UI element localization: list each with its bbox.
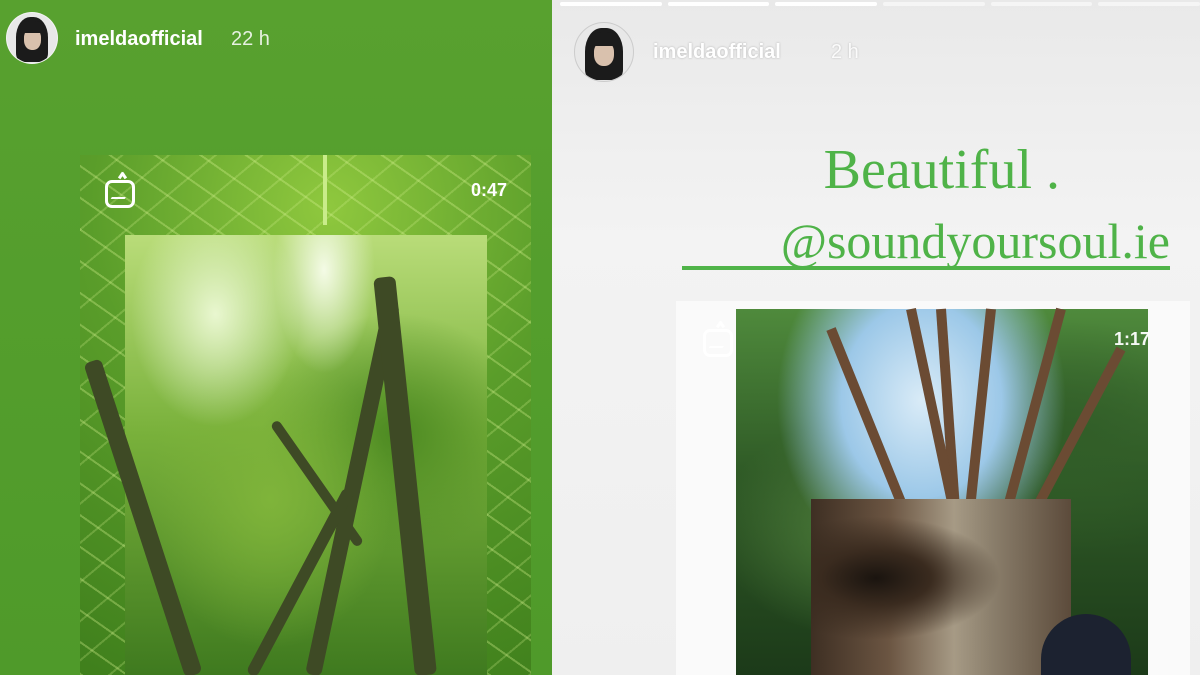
left-story-panel: imeldaofficial 22 h 0:47 — [0, 0, 552, 675]
progress-segment — [775, 2, 878, 6]
avatar[interactable] — [574, 22, 634, 82]
leaf-vein — [323, 155, 327, 225]
progress-segment — [667, 2, 770, 6]
timestamp: 22 h — [231, 28, 270, 50]
story-progress-bar — [560, 2, 1200, 6]
headline-text: Beautiful . — [823, 139, 1060, 201]
right-story-panel: imeldaofficial 2 h Beautiful . @soundyou… — [552, 0, 1200, 675]
progress-segment — [560, 2, 662, 6]
igtv-icon — [105, 180, 135, 208]
username[interactable]: imeldaofficial — [653, 41, 781, 64]
video-duration: 0:47 — [470, 180, 507, 200]
progress-segment — [883, 2, 985, 6]
video-duration: 1:17 — [1114, 329, 1151, 349]
video-card[interactable]: 1:17 — [676, 301, 1190, 675]
username[interactable]: imeldaofficial — [75, 28, 203, 51]
progress-segment — [990, 2, 1093, 6]
forest-canopy-photo — [736, 307, 1148, 675]
progress-segment — [1098, 2, 1200, 6]
avatar[interactable] — [6, 12, 58, 64]
tree-bark-photo — [811, 499, 1071, 675]
mention-link[interactable]: @soundyoursoul.ie — [781, 212, 1170, 270]
mention-underline — [682, 266, 1170, 270]
video-card[interactable]: 0:47 — [80, 155, 531, 675]
timestamp: 2 h — [831, 41, 859, 63]
igtv-icon — [703, 329, 733, 357]
forest-photo — [83, 235, 487, 675]
